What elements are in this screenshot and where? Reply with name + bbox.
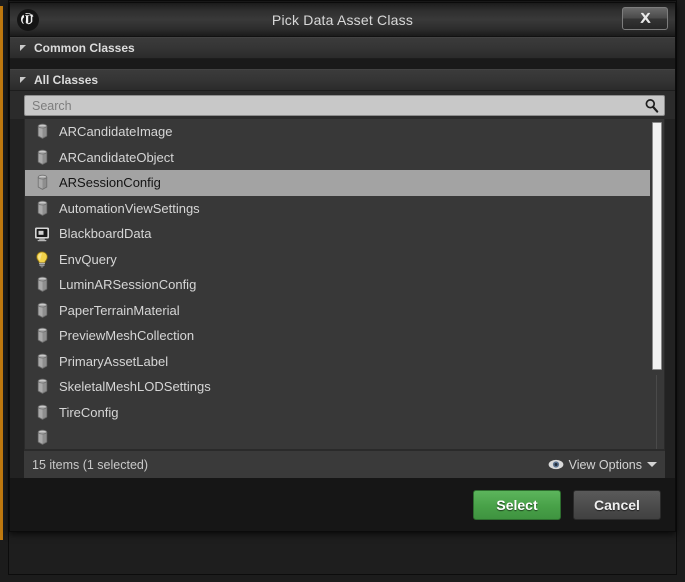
- data-asset-icon: [33, 429, 51, 447]
- dialog-titlebar[interactable]: Pick Data Asset Class: [10, 3, 675, 37]
- accent-strip: [0, 6, 3, 540]
- class-list-item-partial[interactable]: [25, 425, 664, 449]
- view-options-button[interactable]: View Options: [548, 458, 657, 472]
- data-asset-icon: [33, 301, 51, 319]
- triangle-expanded-icon: [20, 45, 26, 51]
- class-list-item[interactable]: AutomationViewSettings: [25, 196, 664, 222]
- caret-down-icon: [647, 462, 657, 467]
- section-header-common-classes[interactable]: Common Classes: [10, 37, 675, 59]
- blackboard-icon: [33, 225, 51, 243]
- data-asset-icon: [33, 199, 51, 217]
- cancel-button[interactable]: Cancel: [573, 489, 661, 520]
- dialog-footer: Select Cancel: [10, 478, 675, 531]
- data-asset-icon: [33, 327, 51, 345]
- search-input[interactable]: [25, 96, 641, 115]
- data-asset-icon: [33, 174, 51, 192]
- data-asset-icon: [33, 403, 51, 421]
- data-asset-icon: [33, 276, 51, 294]
- desktop-background: Pick Data Asset Class Common Classes All…: [0, 0, 685, 582]
- class-list-item-label: TireConfig: [59, 404, 119, 420]
- unreal-engine-logo-icon: [13, 5, 43, 35]
- close-button[interactable]: [622, 7, 668, 30]
- status-bar: 15 items (1 selected) View Options: [24, 450, 665, 478]
- class-list-scrollbar[interactable]: [650, 119, 664, 449]
- data-asset-icon: [33, 378, 51, 396]
- common-classes-content: [10, 59, 675, 69]
- class-list-item-label: PaperTerrainMaterial: [59, 302, 180, 318]
- class-list-item[interactable]: PreviewMeshCollection: [25, 323, 664, 349]
- class-list-item-label: PreviewMeshCollection: [59, 328, 195, 344]
- class-list-item-label: EnvQuery: [59, 251, 117, 267]
- class-list-item-label: PrimaryAssetLabel: [59, 353, 169, 369]
- select-button[interactable]: Select: [473, 489, 561, 520]
- data-asset-icon: [33, 148, 51, 166]
- dialog-title: Pick Data Asset Class: [271, 11, 414, 28]
- class-list-item-label: SkeletalMeshLODSettings: [59, 379, 211, 395]
- class-list-item[interactable]: PrimaryAssetLabel: [25, 349, 664, 375]
- class-list-rows: ARCandidateImage ARCandidateObject ARSes…: [25, 119, 664, 449]
- search-icon[interactable]: [641, 98, 664, 113]
- scrollbar-thumb[interactable]: [652, 122, 662, 370]
- section-header-all-classes[interactable]: All Classes: [10, 69, 675, 91]
- data-asset-icon: [33, 352, 51, 370]
- lightbulb-icon: [33, 250, 51, 268]
- class-list-item-label: BlackboardData: [59, 226, 152, 242]
- class-list-item[interactable]: EnvQuery: [25, 247, 664, 273]
- close-icon: [640, 12, 650, 23]
- class-list-item[interactable]: ARSessionConfig: [25, 170, 664, 196]
- class-list-item[interactable]: LuminARSessionConfig: [25, 272, 664, 298]
- section-header-label: Common Classes: [34, 41, 135, 55]
- class-list-item-label: LuminARSessionConfig: [59, 277, 197, 293]
- class-list-item-label: ARCandidateImage: [59, 124, 173, 140]
- class-list-item-label: ARSessionConfig: [59, 175, 161, 191]
- class-list-item[interactable]: ARCandidateObject: [25, 145, 664, 171]
- data-asset-icon: [33, 123, 51, 141]
- class-list-item-label: ARCandidateObject: [59, 149, 174, 165]
- pick-data-asset-class-dialog: Pick Data Asset Class Common Classes All…: [9, 2, 676, 532]
- triangle-expanded-icon: [20, 77, 26, 83]
- view-options-label: View Options: [568, 457, 642, 472]
- class-list-item[interactable]: PaperTerrainMaterial: [25, 298, 664, 324]
- class-list-item[interactable]: TireConfig: [25, 400, 664, 426]
- class-list-item[interactable]: SkeletalMeshLODSettings: [25, 374, 664, 400]
- search-bar: [10, 91, 675, 119]
- eye-icon: [548, 459, 564, 470]
- section-header-label: All Classes: [34, 73, 99, 87]
- class-list-item[interactable]: BlackboardData: [25, 221, 664, 247]
- scrollbar-track-line: [656, 375, 657, 449]
- class-list[interactable]: ARCandidateImage ARCandidateObject ARSes…: [24, 119, 665, 450]
- search-box[interactable]: [24, 95, 665, 116]
- class-list-item-label: AutomationViewSettings: [59, 200, 200, 216]
- item-count-label: 15 items (1 selected): [32, 457, 149, 472]
- class-list-item[interactable]: ARCandidateImage: [25, 119, 664, 145]
